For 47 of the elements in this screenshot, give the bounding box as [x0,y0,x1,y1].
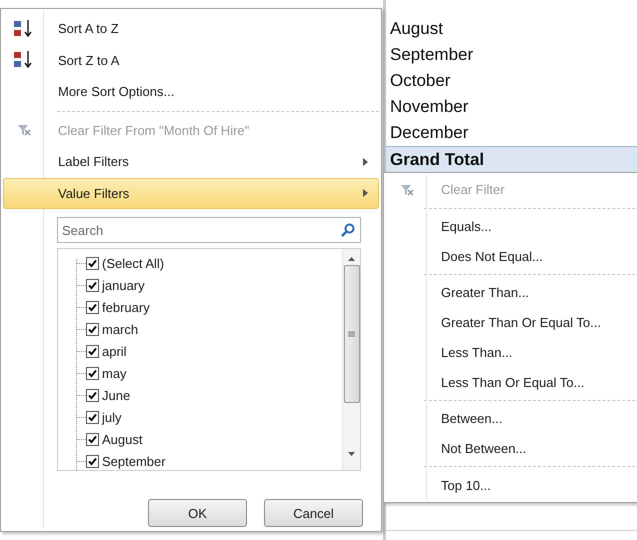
checklist-item[interactable]: january [76,274,342,296]
clear-filter-icon [400,182,414,197]
menu-item[interactable]: Label Filters [3,146,379,178]
ok-button[interactable]: OK [148,499,247,527]
menu-item[interactable]: Not Between... [386,434,637,464]
menu-item[interactable]: More Sort Options... [3,76,379,108]
checklist-item[interactable]: july [76,406,342,428]
menu-item[interactable]: Sort Z to A [3,44,379,76]
menu-item[interactable]: Greater Than Or Equal To... [386,308,637,338]
checklist-item[interactable]: September [76,450,342,470]
checklist-item[interactable]: february [76,296,342,318]
checkbox[interactable] [86,256,99,270]
submenu-arrow-icon [363,158,368,166]
submenu-arrow-icon [363,189,368,198]
checkbox[interactable] [86,454,99,468]
checkbox[interactable] [86,344,99,358]
search-icon [341,223,355,238]
search-field[interactable]: Search [57,217,361,244]
scrollbar[interactable] [342,249,360,470]
grip-lines-icon [348,331,355,338]
scroll-down-arrow-icon[interactable] [348,452,355,456]
menu-item[interactable]: Value Filters [3,178,379,210]
checklist-item[interactable]: march [76,318,342,340]
menu-item[interactable]: Does Not Equal... [386,241,637,272]
checkbox[interactable] [86,388,99,402]
menu-item[interactable]: Less Than Or Equal To... [386,367,637,397]
menu-item[interactable]: Sort A to Z [3,13,379,45]
menu-item[interactable]: Greater Than... [386,278,637,308]
menu-item[interactable]: Between... [386,404,637,434]
checkbox[interactable] [86,322,99,336]
checklist-item[interactable]: June [76,384,342,406]
checklist-item[interactable]: August [76,428,342,450]
menu-item[interactable]: Less Than... [386,338,637,368]
clear-filter-icon [17,123,31,138]
scroll-up-arrow-icon[interactable] [348,257,355,262]
checklist-item[interactable]: april [76,340,342,362]
menu-item[interactable]: Top 10... [386,470,637,500]
checkbox[interactable] [86,278,99,292]
checkbox[interactable] [86,410,99,424]
checkbox[interactable] [86,300,99,314]
checklist-item[interactable]: (Select All) [76,252,342,274]
menu-item[interactable]: Equals... [386,212,637,242]
sheet-cell: Grand Total [386,146,637,173]
cancel-button[interactable]: Cancel [264,499,363,527]
checkbox[interactable] [86,366,99,380]
checklist-item[interactable]: may [76,362,342,384]
checkbox[interactable] [86,432,99,446]
